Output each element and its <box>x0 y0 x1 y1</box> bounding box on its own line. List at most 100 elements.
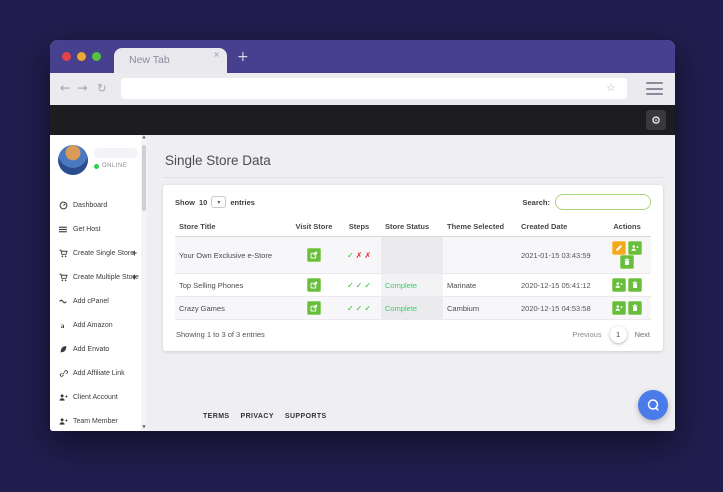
pagination-previous[interactable]: Previous <box>572 330 601 339</box>
sidebar-item-client-account[interactable]: Client Account <box>50 385 140 409</box>
visit-store-cell <box>291 273 337 297</box>
sidebar-item-label: Get Host <box>73 225 101 233</box>
theme-cell: Marinate <box>443 273 517 297</box>
sidebar-item-label: Add cPanel <box>73 297 109 305</box>
visit-store-button[interactable] <box>307 301 321 315</box>
entries-length-control: Show 10 ▾ entries <box>175 196 255 208</box>
sidebar-item-get-host[interactable]: Get Host <box>50 217 140 241</box>
step-check-icon: ✓ <box>364 280 372 290</box>
sidebar-item-label: Team Member <box>73 417 118 425</box>
assign-button[interactable] <box>612 278 626 292</box>
step-check-icon: ✓ <box>346 303 354 313</box>
window-maximize-button[interactable] <box>92 52 101 61</box>
entries-select[interactable]: ▾ <box>211 196 227 208</box>
column-header-created-date[interactable]: Created Date <box>517 217 603 237</box>
assign-button[interactable] <box>628 241 642 255</box>
chat-fab-button[interactable] <box>638 390 668 420</box>
back-icon[interactable]: ← <box>60 81 70 95</box>
footer-links: TERMS PRIVACY SUPPORTS <box>203 413 327 420</box>
store-status-cell <box>381 236 443 274</box>
dashboard-icon <box>58 201 69 210</box>
column-header-store-status[interactable]: Store Status <box>381 217 443 237</box>
table-body: Your Own Exclusive e-Store ✓ ✗ ✗ 2021-01-15 … <box>175 236 651 320</box>
column-header-visit-store[interactable]: Visit Store <box>291 217 337 237</box>
sidebar-item-create-multiple-store[interactable]: Create Multiple Store + <box>50 265 140 289</box>
scrollbar-thumb[interactable] <box>142 145 146 211</box>
forward-icon[interactable]: → <box>77 81 87 95</box>
sidebar-item-label: Add Affiliate Link <box>73 369 125 377</box>
created-date-cell: 2020-12-15 04:53:58 <box>517 296 603 320</box>
store-title-cell: Your Own Exclusive e-Store <box>175 236 291 274</box>
column-header-store-title[interactable]: Store Title <box>175 217 291 237</box>
sidebar-item-label: Add Amazon <box>73 321 113 329</box>
column-header-theme-selected[interactable]: Theme Selected <box>443 217 517 237</box>
sidebar-item-label: Client Account <box>73 393 118 401</box>
sidebar-item-add-envato[interactable]: Add Envato <box>50 337 140 361</box>
sidebar-item-dashboard[interactable]: Dashboard <box>50 193 140 217</box>
online-status: ONLINE <box>94 163 127 169</box>
gear-icon: ⚙ <box>651 113 661 127</box>
footer-link-privacy[interactable]: PRIVACY <box>241 413 274 420</box>
column-header-steps[interactable]: Steps <box>337 217 381 237</box>
settings-gear-button[interactable]: ⚙ <box>646 110 666 130</box>
add-icon[interactable]: + <box>132 248 137 258</box>
actions-cell <box>603 296 651 320</box>
tab-close-icon[interactable]: × <box>213 50 220 59</box>
bookmark-star-icon[interactable]: ☆ <box>606 82 616 93</box>
sidebar-item-label: Create Multiple Store <box>73 273 139 281</box>
online-status-label: ONLINE <box>102 163 128 169</box>
store-status-cell: Complete <box>381 273 443 297</box>
step-cross-icon: ✗ <box>364 250 372 260</box>
user-plus-icon <box>58 417 69 426</box>
steps-cell: ✓ ✓ ✓ <box>337 273 381 297</box>
sidebar-item-add-amazon[interactable]: a Add Amazon <box>50 313 140 337</box>
sidebar-item-add-affiliate-link[interactable]: Add Affiliate Link <box>50 361 140 385</box>
steps-cell: ✓ ✓ ✓ <box>337 296 381 320</box>
pagination-next[interactable]: Next <box>635 330 650 339</box>
new-tab-button[interactable]: + <box>237 49 249 65</box>
browser-tab[interactable]: New Tab × <box>114 48 227 73</box>
entries-label: entries <box>230 197 255 207</box>
browser-menu-icon[interactable] <box>646 82 663 95</box>
footer-link-terms[interactable]: TERMS <box>203 413 230 420</box>
edit-button[interactable] <box>612 241 626 255</box>
svg-text:a: a <box>61 321 65 330</box>
delete-button[interactable] <box>628 278 642 292</box>
pagination-current-page[interactable]: 1 <box>609 326 627 343</box>
delete-button[interactable] <box>620 255 634 269</box>
sidebar-item-team-member[interactable]: Team Member <box>50 409 140 431</box>
visit-store-button[interactable] <box>307 248 321 262</box>
table-header-row: Store Title Visit Store Steps Store Status T… <box>175 217 651 237</box>
add-icon[interactable]: + <box>132 272 137 282</box>
column-header-actions[interactable]: Actions <box>603 217 651 237</box>
actions-cell <box>603 236 651 274</box>
table-controls: Show 10 ▾ entries Search: <box>175 194 651 210</box>
created-date-cell: 2021-01-15 03:43:59 <box>517 236 603 274</box>
tab-title: New Tab <box>129 54 170 66</box>
visit-store-button[interactable] <box>307 278 321 292</box>
window-close-button[interactable] <box>62 52 71 61</box>
assign-button[interactable] <box>612 301 626 315</box>
sidebar-menu: Dashboard Get Host Create Single Store + Cre… <box>50 193 140 431</box>
search-input[interactable] <box>555 194 651 210</box>
desktop-background: New Tab × + ← → ↻ ☆ ⚙ ONLINE Dashboard G… <box>0 0 723 492</box>
sidebar-item-create-single-store[interactable]: Create Single Store + <box>50 241 140 265</box>
sidebar-item-add-cpanel[interactable]: Add cPanel <box>50 289 140 313</box>
theme-cell <box>443 236 517 274</box>
page-title: Single Store Data <box>163 151 663 178</box>
browser-toolbar: ← → ↻ ☆ <box>50 73 675 105</box>
created-date-cell: 2020-12-15 05:41:12 <box>517 273 603 297</box>
footer-link-supports[interactable]: SUPPORTS <box>285 413 327 420</box>
step-cross-icon: ✗ <box>355 250 363 260</box>
envato-icon <box>58 345 69 354</box>
avatar[interactable] <box>58 145 88 175</box>
delete-button[interactable] <box>628 301 642 315</box>
address-bar[interactable] <box>121 78 627 99</box>
store-title-cell: Crazy Games <box>175 296 291 320</box>
step-check-icon: ✓ <box>355 280 363 290</box>
window-minimize-button[interactable] <box>77 52 86 61</box>
data-table-card: Show 10 ▾ entries Search: Store Title Vis… <box>163 185 663 351</box>
cart-icon <box>58 249 69 258</box>
search-control: Search: <box>522 194 651 210</box>
reload-icon[interactable]: ↻ <box>97 82 107 95</box>
